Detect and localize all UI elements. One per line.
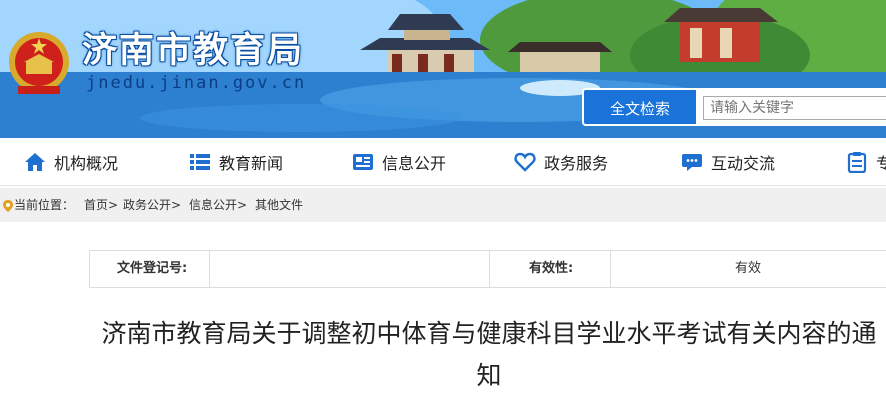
article-title: 济南市教育局关于调整初中体育与健康科目学业水平考试有关内容的通知 xyxy=(101,319,877,390)
home-icon xyxy=(25,153,45,171)
nav-label: 信息公开 xyxy=(382,154,447,173)
table-divider xyxy=(489,250,490,288)
list-icon xyxy=(190,154,210,170)
validity-label: 有效性: xyxy=(529,261,574,276)
nav-item-special[interactable]: 专 xyxy=(846,138,886,186)
nav-item-institution[interactable]: 机构概况 xyxy=(24,138,118,186)
table-divider xyxy=(209,250,210,288)
breadcrumb-item-government[interactable]: 政务公开> xyxy=(123,188,181,222)
nav-label: 政务服务 xyxy=(544,154,609,173)
nav-item-news[interactable]: 教育新闻 xyxy=(189,138,283,186)
main-nav: 机构概况 教育新闻 信息公开 政务服务 互动交流 专 xyxy=(0,138,886,186)
breadcrumb-item-home[interactable]: 首页> xyxy=(84,188,118,222)
nav-item-info-disclosure[interactable]: 信息公开 xyxy=(352,138,446,186)
national-emblem-icon xyxy=(9,32,69,94)
chat-icon xyxy=(682,154,702,171)
news-icon xyxy=(353,154,373,170)
header-banner: 济南市教育局 jnedu.jinan.gov.cn 全文检索 xyxy=(0,0,886,138)
site-url: jnedu.jinan.gov.cn xyxy=(86,73,307,93)
nav-label: 机构概况 xyxy=(54,154,119,173)
doc-number-label: 文件登记号: xyxy=(117,261,188,276)
nav-item-services[interactable]: 政务服务 xyxy=(514,138,608,186)
site-title: 济南市教育局 xyxy=(82,31,305,71)
clipboard-icon xyxy=(847,152,867,173)
validity-value: 有效 xyxy=(735,261,762,276)
heart-icon xyxy=(514,152,536,172)
breadcrumb-item-other-files[interactable]: 其他文件 xyxy=(255,188,303,222)
search-label[interactable]: 全文检索 xyxy=(582,88,698,126)
location-icon xyxy=(3,200,13,212)
breadcrumb-prefix: 当前位置： xyxy=(14,198,75,212)
nav-label: 互动交流 xyxy=(711,154,776,173)
nav-label: 教育新闻 xyxy=(219,154,284,173)
breadcrumb-item-info[interactable]: 信息公开> xyxy=(189,188,247,222)
table-divider xyxy=(610,250,611,288)
nav-item-interaction[interactable]: 互动交流 xyxy=(681,138,775,186)
nav-label: 专 xyxy=(876,154,886,173)
table-divider xyxy=(89,250,90,288)
search-input[interactable] xyxy=(703,96,886,120)
